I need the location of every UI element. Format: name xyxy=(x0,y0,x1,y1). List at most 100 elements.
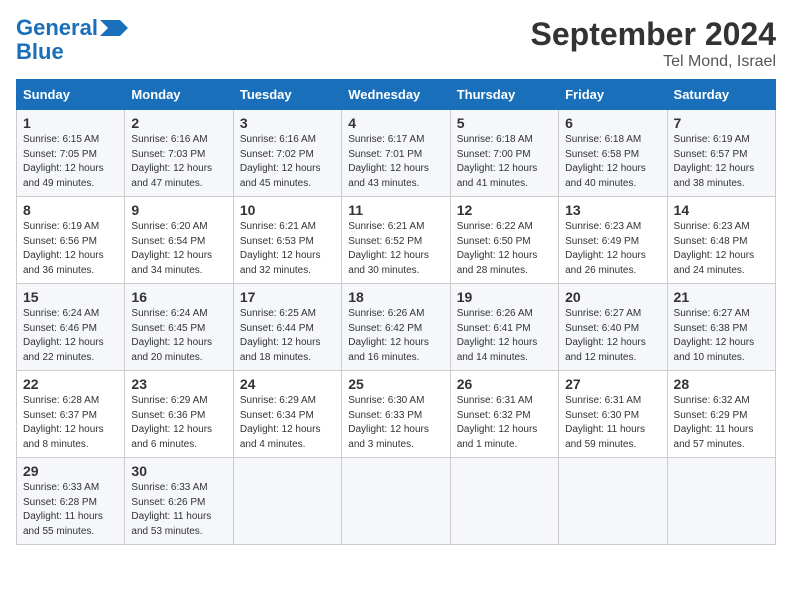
day-number: 27 xyxy=(565,376,660,392)
day-number: 12 xyxy=(457,202,552,218)
calendar-day-cell: 5 Sunrise: 6:18 AMSunset: 7:00 PMDaylight… xyxy=(450,110,558,197)
calendar-day-cell: 3 Sunrise: 6:16 AMSunset: 7:02 PMDaylight… xyxy=(233,110,341,197)
day-number: 26 xyxy=(457,376,552,392)
day-info: Sunrise: 6:25 AMSunset: 6:44 PMDaylight:… xyxy=(240,307,335,365)
day-number: 8 xyxy=(23,202,118,218)
calendar-week-row: 22 Sunrise: 6:28 AMSunset: 6:37 PMDayligh… xyxy=(17,371,776,458)
calendar-subtitle: Tel Mond, Israel xyxy=(531,53,776,71)
weekday-header: Wednesday xyxy=(342,80,450,110)
calendar-day-cell: 25 Sunrise: 6:30 AMSunset: 6:33 PMDayligh… xyxy=(342,371,450,458)
day-number: 30 xyxy=(131,463,226,479)
day-info: Sunrise: 6:27 AMSunset: 6:40 PMDaylight:… xyxy=(565,307,660,365)
day-number: 19 xyxy=(457,289,552,305)
calendar-day-cell: 17Sunrise: 6:25 AMSunset: 6:44 PMDayligh… xyxy=(233,284,341,371)
calendar-day-cell: 27 Sunrise: 6:31 AMSunset: 6:30 PMDayligh… xyxy=(559,371,667,458)
calendar-day-cell xyxy=(450,458,558,545)
day-info: Sunrise: 6:30 AMSunset: 6:33 PMDaylight:… xyxy=(348,394,443,452)
day-number: 25 xyxy=(348,376,443,392)
day-info: Sunrise: 6:26 AMSunset: 6:41 PMDaylight:… xyxy=(457,307,552,365)
day-number: 23 xyxy=(131,376,226,392)
day-info: Sunrise: 6:16 AMSunset: 7:02 PMDaylight:… xyxy=(240,133,335,191)
weekday-header: Friday xyxy=(559,80,667,110)
calendar-day-cell: 13 Sunrise: 6:23 AMSunset: 6:49 PMDayligh… xyxy=(559,197,667,284)
calendar-week-row: 29 Sunrise: 6:33 AMSunset: 6:28 PMDayligh… xyxy=(17,458,776,545)
day-info: Sunrise: 6:24 AMSunset: 6:45 PMDaylight:… xyxy=(131,307,226,365)
day-number: 16 xyxy=(131,289,226,305)
day-info: Sunrise: 6:33 AMSunset: 6:28 PMDaylight:… xyxy=(23,481,118,539)
calendar-day-cell: 22 Sunrise: 6:28 AMSunset: 6:37 PMDayligh… xyxy=(17,371,125,458)
calendar-day-cell xyxy=(559,458,667,545)
calendar-header-row: SundayMondayTuesdayWednesdayThursdayFrid… xyxy=(17,80,776,110)
day-number: 10 xyxy=(240,202,335,218)
day-info: Sunrise: 6:33 AMSunset: 6:26 PMDaylight:… xyxy=(131,481,226,539)
calendar-week-row: 15 Sunrise: 6:24 AMSunset: 6:46 PMDayligh… xyxy=(17,284,776,371)
day-info: Sunrise: 6:20 AMSunset: 6:54 PMDaylight:… xyxy=(131,220,226,278)
page-header: General Blue September 2024 Tel Mond, Is… xyxy=(16,16,776,71)
calendar-title: September 2024 xyxy=(531,16,776,53)
calendar-table: SundayMondayTuesdayWednesdayThursdayFrid… xyxy=(16,79,776,545)
calendar-day-cell: 14Sunrise: 6:23 AMSunset: 6:48 PMDayligh… xyxy=(667,197,775,284)
calendar-day-cell xyxy=(233,458,341,545)
day-number: 13 xyxy=(565,202,660,218)
day-number: 2 xyxy=(131,115,226,131)
logo-icon xyxy=(100,20,128,36)
day-number: 18 xyxy=(348,289,443,305)
day-info: Sunrise: 6:32 AMSunset: 6:29 PMDaylight:… xyxy=(674,394,769,452)
weekday-header: Monday xyxy=(125,80,233,110)
calendar-day-cell xyxy=(667,458,775,545)
weekday-header: Tuesday xyxy=(233,80,341,110)
calendar-day-cell: 10 Sunrise: 6:21 AMSunset: 6:53 PMDayligh… xyxy=(233,197,341,284)
calendar-day-cell: 9 Sunrise: 6:20 AMSunset: 6:54 PMDaylight… xyxy=(125,197,233,284)
weekday-header: Sunday xyxy=(17,80,125,110)
title-block: September 2024 Tel Mond, Israel xyxy=(531,16,776,71)
day-info: Sunrise: 6:19 AMSunset: 6:57 PMDaylight:… xyxy=(674,133,769,191)
day-info: Sunrise: 6:29 AMSunset: 6:36 PMDaylight:… xyxy=(131,394,226,452)
calendar-day-cell: 29 Sunrise: 6:33 AMSunset: 6:28 PMDayligh… xyxy=(17,458,125,545)
day-number: 24 xyxy=(240,376,335,392)
day-number: 28 xyxy=(674,376,769,392)
day-number: 11 xyxy=(348,202,443,218)
calendar-day-cell: 24 Sunrise: 6:29 AMSunset: 6:34 PMDayligh… xyxy=(233,371,341,458)
day-info: Sunrise: 6:15 AMSunset: 7:05 PMDaylight:… xyxy=(23,133,118,191)
day-number: 14 xyxy=(674,202,769,218)
day-info: Sunrise: 6:17 AMSunset: 7:01 PMDaylight:… xyxy=(348,133,443,191)
day-info: Sunrise: 6:29 AMSunset: 6:34 PMDaylight:… xyxy=(240,394,335,452)
calendar-day-cell: 20 Sunrise: 6:27 AMSunset: 6:40 PMDayligh… xyxy=(559,284,667,371)
calendar-day-cell: 11Sunrise: 6:21 AMSunset: 6:52 PMDayligh… xyxy=(342,197,450,284)
day-info: Sunrise: 6:16 AMSunset: 7:03 PMDaylight:… xyxy=(131,133,226,191)
calendar-day-cell: 28 Sunrise: 6:32 AMSunset: 6:29 PMDayligh… xyxy=(667,371,775,458)
calendar-day-cell: 8Sunrise: 6:19 AMSunset: 6:56 PMDaylight… xyxy=(17,197,125,284)
day-number: 15 xyxy=(23,289,118,305)
calendar-week-row: 8Sunrise: 6:19 AMSunset: 6:56 PMDaylight… xyxy=(17,197,776,284)
calendar-day-cell: 18Sunrise: 6:26 AMSunset: 6:42 PMDayligh… xyxy=(342,284,450,371)
day-number: 29 xyxy=(23,463,118,479)
day-info: Sunrise: 6:21 AMSunset: 6:53 PMDaylight:… xyxy=(240,220,335,278)
weekday-header: Thursday xyxy=(450,80,558,110)
calendar-day-cell: 21Sunrise: 6:27 AMSunset: 6:38 PMDayligh… xyxy=(667,284,775,371)
calendar-day-cell: 12 Sunrise: 6:22 AMSunset: 6:50 PMDayligh… xyxy=(450,197,558,284)
day-number: 20 xyxy=(565,289,660,305)
day-number: 9 xyxy=(131,202,226,218)
calendar-day-cell: 6 Sunrise: 6:18 AMSunset: 6:58 PMDaylight… xyxy=(559,110,667,197)
day-number: 4 xyxy=(348,115,443,131)
day-info: Sunrise: 6:18 AMSunset: 7:00 PMDaylight:… xyxy=(457,133,552,191)
day-number: 21 xyxy=(674,289,769,305)
calendar-week-row: 1 Sunrise: 6:15 AMSunset: 7:05 PMDaylight… xyxy=(17,110,776,197)
day-info: Sunrise: 6:28 AMSunset: 6:37 PMDaylight:… xyxy=(23,394,118,452)
calendar-day-cell: 16 Sunrise: 6:24 AMSunset: 6:45 PMDayligh… xyxy=(125,284,233,371)
logo: General Blue xyxy=(16,16,128,64)
day-info: Sunrise: 6:31 AMSunset: 6:30 PMDaylight:… xyxy=(565,394,660,452)
day-info: Sunrise: 6:31 AMSunset: 6:32 PMDaylight:… xyxy=(457,394,552,452)
calendar-day-cell: 23 Sunrise: 6:29 AMSunset: 6:36 PMDayligh… xyxy=(125,371,233,458)
day-number: 1 xyxy=(23,115,118,131)
calendar-day-cell: 15 Sunrise: 6:24 AMSunset: 6:46 PMDayligh… xyxy=(17,284,125,371)
day-number: 6 xyxy=(565,115,660,131)
day-info: Sunrise: 6:22 AMSunset: 6:50 PMDaylight:… xyxy=(457,220,552,278)
day-info: Sunrise: 6:18 AMSunset: 6:58 PMDaylight:… xyxy=(565,133,660,191)
day-number: 22 xyxy=(23,376,118,392)
day-number: 3 xyxy=(240,115,335,131)
day-info: Sunrise: 6:23 AMSunset: 6:49 PMDaylight:… xyxy=(565,220,660,278)
day-info: Sunrise: 6:24 AMSunset: 6:46 PMDaylight:… xyxy=(23,307,118,365)
day-number: 5 xyxy=(457,115,552,131)
calendar-day-cell xyxy=(342,458,450,545)
